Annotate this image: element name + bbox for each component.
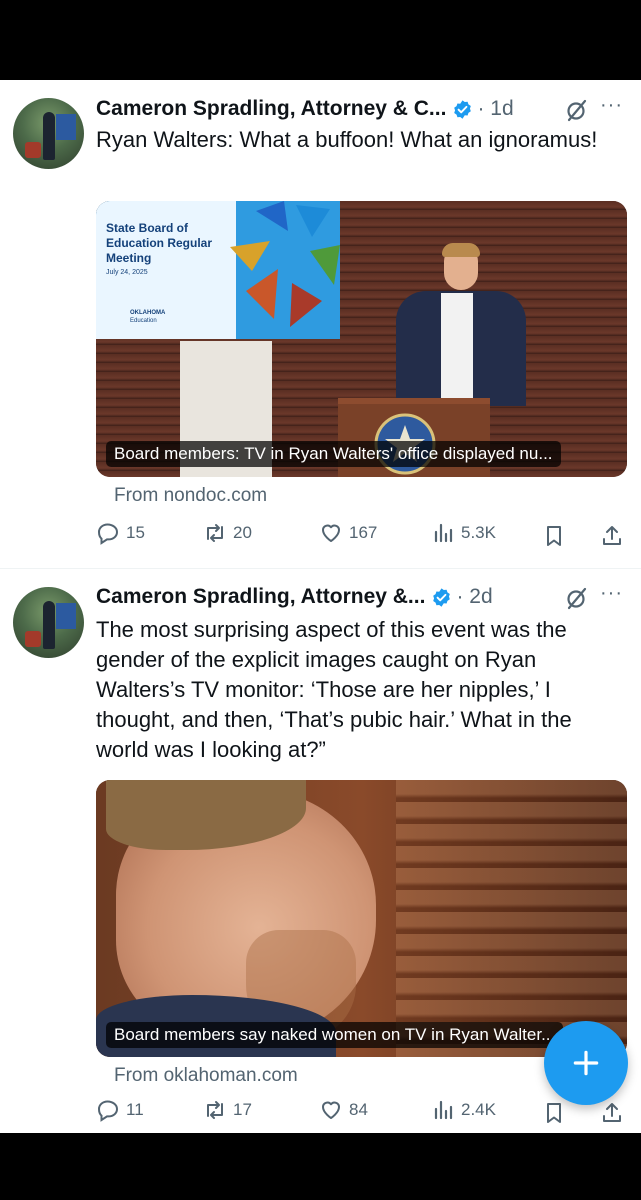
like-count: 84 (349, 1100, 368, 1119)
reply-button[interactable]: 15 (96, 521, 145, 545)
post-header: Cameron Spradling, Attorney & C... · 1d (96, 94, 631, 124)
reply-icon (97, 523, 119, 545)
share-icon[interactable] (600, 524, 624, 548)
views-button[interactable]: 5.3K (431, 521, 496, 545)
screen-logo-bottom: Education (130, 318, 157, 324)
repost-button[interactable]: 17 (203, 1098, 252, 1122)
author-name[interactable]: Cameron Spradling, Attorney & C... (96, 97, 446, 121)
share-icon[interactable] (600, 1101, 624, 1125)
post-1[interactable]: Cameron Spradling, Attorney & C... · 1d … (0, 80, 641, 568)
action-bar: 11 17 84 2.4K (0, 1098, 641, 1128)
repost-count: 20 (233, 523, 252, 542)
like-button[interactable]: 167 (319, 521, 377, 545)
views-icon (434, 523, 453, 543)
plus-icon (573, 1050, 599, 1076)
post-header: Cameron Spradling, Attorney &... · 2d (96, 582, 631, 612)
grok-icon[interactable] (565, 98, 589, 122)
card-source[interactable]: From nondoc.com (114, 485, 267, 507)
post-text: The most surprising aspect of this event… (96, 617, 572, 762)
screen-logo-top: OKLAHOMA (130, 310, 166, 316)
more-options-button[interactable]: ··· (600, 94, 623, 117)
like-count: 167 (349, 523, 378, 542)
repost-button[interactable]: 20 (203, 521, 252, 545)
more-options-button[interactable]: ··· (600, 582, 623, 605)
person-hair (442, 243, 480, 257)
status-bar (0, 0, 641, 80)
post-2[interactable]: Cameron Spradling, Attorney &... · 2d ··… (0, 569, 641, 1133)
screen-date: July 24, 2025 (106, 269, 148, 276)
screen-title: State Board of Education Regular Meeting (106, 221, 213, 265)
star-logo-icon (230, 201, 340, 327)
views-button[interactable]: 2.4K (431, 1098, 496, 1122)
reply-count: 15 (126, 523, 145, 542)
person-shirt (441, 293, 473, 403)
avatar-detail (43, 112, 55, 160)
avatar-detail (56, 114, 76, 140)
post-text: Ryan Walters: What a buffoon! What an ig… (96, 127, 598, 152)
views-icon (434, 1100, 453, 1120)
author-name[interactable]: Cameron Spradling, Attorney &... (96, 585, 425, 609)
avatar-detail (25, 142, 41, 158)
views-count: 5.3K (461, 523, 496, 542)
bookmark-icon[interactable] (542, 524, 566, 548)
verified-badge-icon (433, 587, 451, 607)
repost-icon (207, 524, 223, 542)
heart-icon (322, 1101, 340, 1119)
compose-button[interactable] (544, 1021, 628, 1105)
post-time[interactable]: · 2d (456, 585, 492, 609)
card-caption: Board members say naked women on TV in R… (106, 1022, 564, 1048)
avatar-detail (56, 603, 76, 629)
heart-icon (322, 524, 340, 542)
grok-icon[interactable] (565, 586, 589, 610)
views-count: 2.4K (461, 1100, 496, 1119)
tv-screen: State Board of Education Regular Meeting… (96, 201, 340, 339)
author-avatar[interactable] (13, 98, 84, 169)
card-image-blinds (396, 780, 627, 1057)
link-card[interactable]: Board members say naked women on TV in R… (96, 780, 627, 1057)
card-caption: Board members: TV in Ryan Walters' offic… (106, 441, 561, 467)
like-button[interactable]: 84 (319, 1098, 368, 1122)
repost-count: 17 (233, 1100, 252, 1119)
bookmark-icon[interactable] (542, 1101, 566, 1125)
system-nav-bar (0, 1133, 641, 1200)
link-card[interactable]: State Board of Education Regular Meeting… (96, 201, 627, 477)
author-avatar[interactable] (13, 587, 84, 658)
reply-button[interactable]: 11 (96, 1098, 144, 1122)
card-source[interactable]: From oklahoman.com (114, 1065, 298, 1087)
action-bar: 15 20 167 5.3K (0, 521, 641, 551)
reply-count: 11 (126, 1100, 144, 1119)
verified-badge-icon (454, 99, 472, 119)
avatar-detail (25, 631, 41, 647)
reply-icon (97, 1100, 119, 1122)
avatar-detail (43, 601, 55, 649)
repost-icon (207, 1101, 223, 1119)
post-time[interactable]: · 1d (477, 97, 513, 121)
